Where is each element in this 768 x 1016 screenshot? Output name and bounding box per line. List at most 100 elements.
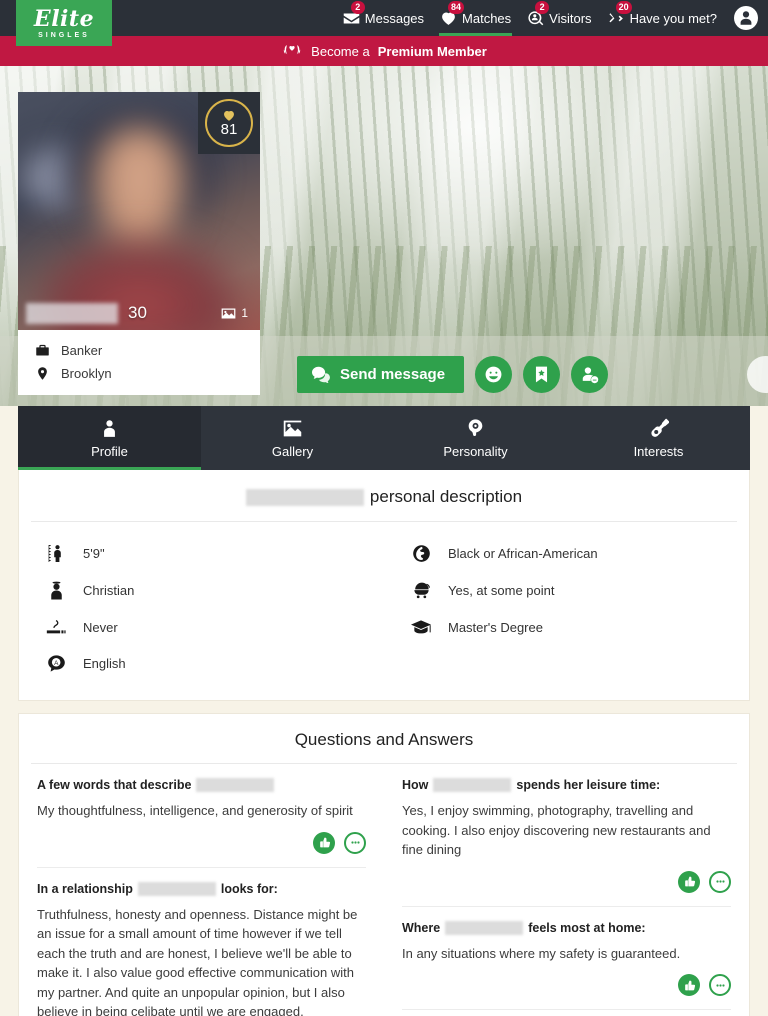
tab-label-interests: Interests: [633, 443, 684, 459]
desc-value-children: Yes, at some point: [448, 583, 555, 598]
religion-icon: [45, 581, 67, 600]
person-icon: [104, 419, 115, 437]
tab-interests[interactable]: Interests: [567, 406, 750, 470]
qa-question-before: How: [402, 778, 429, 792]
comment-dots-icon: [715, 880, 725, 883]
profile-location: Brooklyn: [18, 362, 260, 385]
photo-count-value: 1: [241, 306, 248, 320]
top-navigation-bar: Elite SINGLES 2 Messages 84 Matches 2 Vi…: [0, 0, 768, 46]
logo-wordmark: Elite: [33, 5, 95, 32]
nav-label-matches: Matches: [462, 10, 512, 26]
profile-page: Elite SINGLES 2 Messages 84 Matches 2 Vi…: [0, 0, 768, 1016]
height-ruler-icon: [45, 544, 67, 563]
chat-bubble-icon: [312, 366, 330, 383]
qa-question-after: spends her leisure time:: [516, 778, 661, 792]
desc-value-education: Master's Degree: [448, 619, 543, 635]
nav-label-messages: Messages: [364, 10, 425, 26]
premium-banner[interactable]: Become a Premium Member: [0, 36, 768, 66]
pram-icon: [410, 581, 432, 600]
desc-item-smoking: Never: [19, 609, 384, 645]
qa-answer: My thoughtfulness, intelligence, and gen…: [37, 803, 353, 818]
user-icon: [740, 11, 752, 25]
map-pin-icon: [38, 367, 47, 380]
comment-button[interactable]: [709, 870, 731, 893]
top-nav-items: 2 Messages 84 Matches 2 Visitors 20 Have…: [342, 0, 768, 36]
thumbs-up-button[interactable]: [678, 870, 700, 893]
qa-item: Where feels most at home: In any situatio…: [402, 907, 731, 1010]
send-message-button[interactable]: Send message: [297, 356, 465, 393]
match-score-badge: 81: [198, 92, 260, 154]
qa-reactions: [37, 821, 366, 859]
qa-question-before: In a relationship: [37, 881, 133, 896]
comment-dots-icon: [715, 983, 725, 987]
elite-singles-logo[interactable]: Elite SINGLES: [16, 0, 112, 46]
profile-job-label: Banker: [61, 343, 103, 358]
thumbs-up-button[interactable]: [313, 831, 335, 854]
match-score-ring: 81: [205, 99, 253, 147]
tab-label-profile: Profile: [91, 443, 128, 459]
comment-button[interactable]: [709, 974, 731, 996]
desc-item-education: Master's Degree: [384, 609, 749, 645]
photo-count[interactable]: 1: [221, 306, 248, 320]
user-block-icon: [582, 367, 599, 384]
send-message-label: Send message: [340, 366, 446, 383]
profile-photo[interactable]: 81 30 1: [18, 92, 260, 330]
nav-item-messages[interactable]: 2 Messages: [342, 0, 425, 36]
desc-value-smoking: Never: [83, 619, 118, 635]
desc-value-ethnicity: Black or African-American: [448, 546, 598, 561]
smiley-icon: [485, 366, 502, 383]
wreath-heart-icon: [281, 42, 303, 60]
thumbs-up-button[interactable]: [678, 974, 700, 996]
qa-question: In a relationship looks for:: [37, 881, 366, 896]
nav-label-have-you-met: Have you met?: [629, 10, 717, 26]
account-avatar[interactable]: [734, 6, 758, 30]
nav-item-have-you-met[interactable]: 20 Have you met?: [607, 0, 718, 36]
tab-gallery[interactable]: Gallery: [201, 406, 384, 470]
qa-question-before: A few words that describe: [37, 778, 192, 792]
qa-answer: In any situations where my safety is gua…: [402, 945, 681, 961]
have-you-met-badge: 20: [615, 1, 632, 14]
desc-value-height: 5'9": [83, 546, 105, 561]
tab-profile[interactable]: Profile: [18, 406, 201, 470]
language-speech-icon: A: [45, 654, 67, 673]
personal-description-title: personal description: [19, 470, 749, 521]
desc-value-language: English: [83, 656, 126, 671]
premium-banner-prefix: Become a: [311, 43, 370, 59]
qa-question-after: feels most at home:: [528, 920, 646, 935]
tab-personality[interactable]: Personality: [384, 406, 567, 470]
profile-card-info: Banker Brooklyn: [18, 330, 260, 395]
profile-age: 30: [128, 303, 147, 322]
send-smile-button[interactable]: [475, 356, 513, 393]
desc-item-language: A English: [19, 645, 384, 682]
qa-question: Where feels most at home:: [402, 920, 731, 935]
bookmark-star-icon: [536, 366, 548, 383]
hero-banner: 81 30 1 Banker Brooklyn Send message: [0, 66, 768, 406]
profile-photo-footer: 30 1: [18, 296, 260, 330]
nav-item-matches[interactable]: 84 Matches: [439, 0, 513, 36]
globe-icon: [410, 544, 432, 563]
qa-grid: A few words that describe My thoughtfuln…: [19, 764, 749, 1016]
hidden-name-blur: [137, 881, 216, 896]
logo-subtitle: SINGLES: [38, 31, 90, 39]
nav-item-visitors[interactable]: 2 Visitors: [526, 0, 592, 36]
thumbs-up-icon: [684, 876, 695, 887]
hidden-name-blur: [196, 778, 275, 792]
graduation-cap-icon: [410, 618, 432, 636]
nav-label-visitors: Visitors: [549, 10, 592, 26]
tab-label-gallery: Gallery: [271, 443, 314, 459]
block-user-button[interactable]: [571, 356, 609, 393]
matches-badge: 84: [448, 1, 465, 14]
desc-item-ethnicity: Black or African-American: [384, 535, 749, 572]
messages-badge: 2: [350, 1, 365, 14]
desc-item-height: 5'9": [19, 535, 384, 572]
thumbs-up-icon: [319, 837, 330, 848]
desc-item-religion: Christian: [19, 572, 384, 609]
qa-item: Whatdoes not like:: [402, 1010, 731, 1016]
qa-title: Questions and Answers: [294, 730, 474, 749]
description-grid: 5'9" Black or African-American Christian…: [19, 522, 749, 700]
comment-dots-icon: [350, 841, 360, 844]
comment-button[interactable]: [344, 831, 366, 854]
add-to-favourites-button[interactable]: [523, 356, 561, 393]
qa-column-left: A few words that describe My thoughtfuln…: [19, 764, 384, 1016]
guitar-icon: [651, 418, 669, 437]
